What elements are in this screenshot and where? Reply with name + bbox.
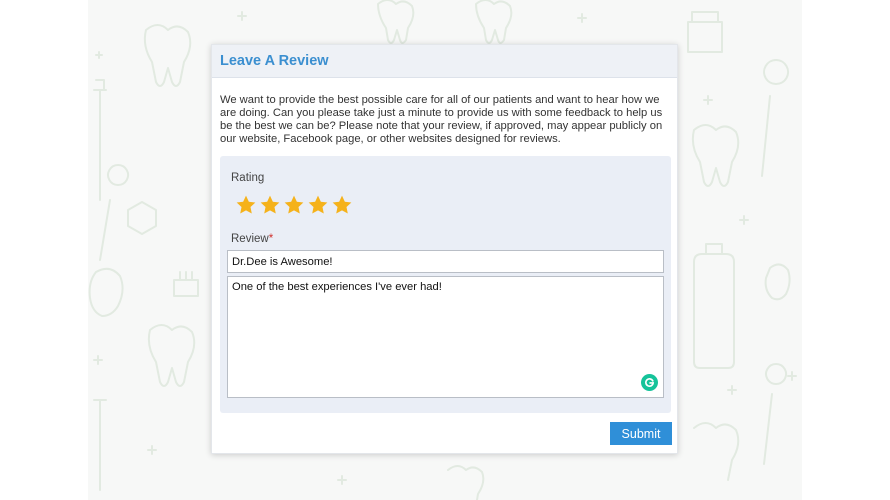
review-form-panel: Rating Review* One of the best experienc…: [220, 156, 671, 413]
toothbrush-icon: [173, 271, 199, 297]
mouthwash-icon: [687, 11, 723, 53]
tooth-icon: [88, 267, 124, 317]
review-body-textarea[interactable]: One of the best experiences I've ever ha…: [227, 276, 664, 398]
star-icon[interactable]: [283, 194, 305, 216]
dental-mirror-icon: [763, 363, 788, 465]
plus-icon: [93, 355, 103, 365]
toothbrush-icon: [93, 399, 107, 491]
star-rating[interactable]: [235, 194, 353, 216]
tooth-icon: [447, 465, 485, 500]
grammarly-icon[interactable]: [641, 374, 658, 391]
plus-icon: [237, 11, 247, 21]
review-title-input[interactable]: [227, 250, 664, 273]
plus-icon: [739, 215, 749, 225]
plus-icon: [95, 51, 103, 59]
rating-label: Rating: [231, 172, 265, 184]
star-icon[interactable]: [259, 194, 281, 216]
star-icon[interactable]: [331, 194, 353, 216]
leave-review-card: Leave A Review We want to provide the be…: [211, 44, 678, 454]
tooth-icon: [377, 0, 415, 44]
dental-mirror-icon: [99, 164, 130, 261]
intro-text: We want to provide the best possible car…: [220, 94, 663, 145]
mouthwash-icon: [693, 243, 735, 369]
tooth-icon: [764, 263, 791, 301]
tooth-icon: [475, 0, 513, 44]
submit-button[interactable]: Submit: [610, 422, 672, 445]
star-icon[interactable]: [235, 194, 257, 216]
tooth-icon: [691, 124, 740, 187]
required-asterisk: *: [268, 233, 274, 245]
toothbrush-icon: [93, 79, 107, 201]
tooth-icon: [693, 422, 740, 481]
star-icon[interactable]: [307, 194, 329, 216]
plus-icon: [727, 385, 737, 395]
grammarly-glyph: [645, 378, 655, 387]
review-label: Review*: [231, 233, 273, 245]
dental-mirror-icon: [761, 59, 790, 177]
plus-icon: [337, 475, 347, 485]
plus-icon: [577, 13, 587, 23]
plus-icon: [147, 445, 157, 455]
card-header: Leave A Review: [212, 45, 677, 78]
card-title: Leave A Review: [220, 53, 329, 69]
tooth-icon: [143, 24, 192, 87]
plus-icon: [703, 95, 713, 105]
review-label-text: Review: [231, 233, 269, 245]
mouthwash-icon: [127, 201, 157, 235]
plus-icon: [787, 371, 797, 381]
tooth-icon: [147, 324, 196, 387]
page: Leave A Review We want to provide the be…: [0, 0, 890, 500]
